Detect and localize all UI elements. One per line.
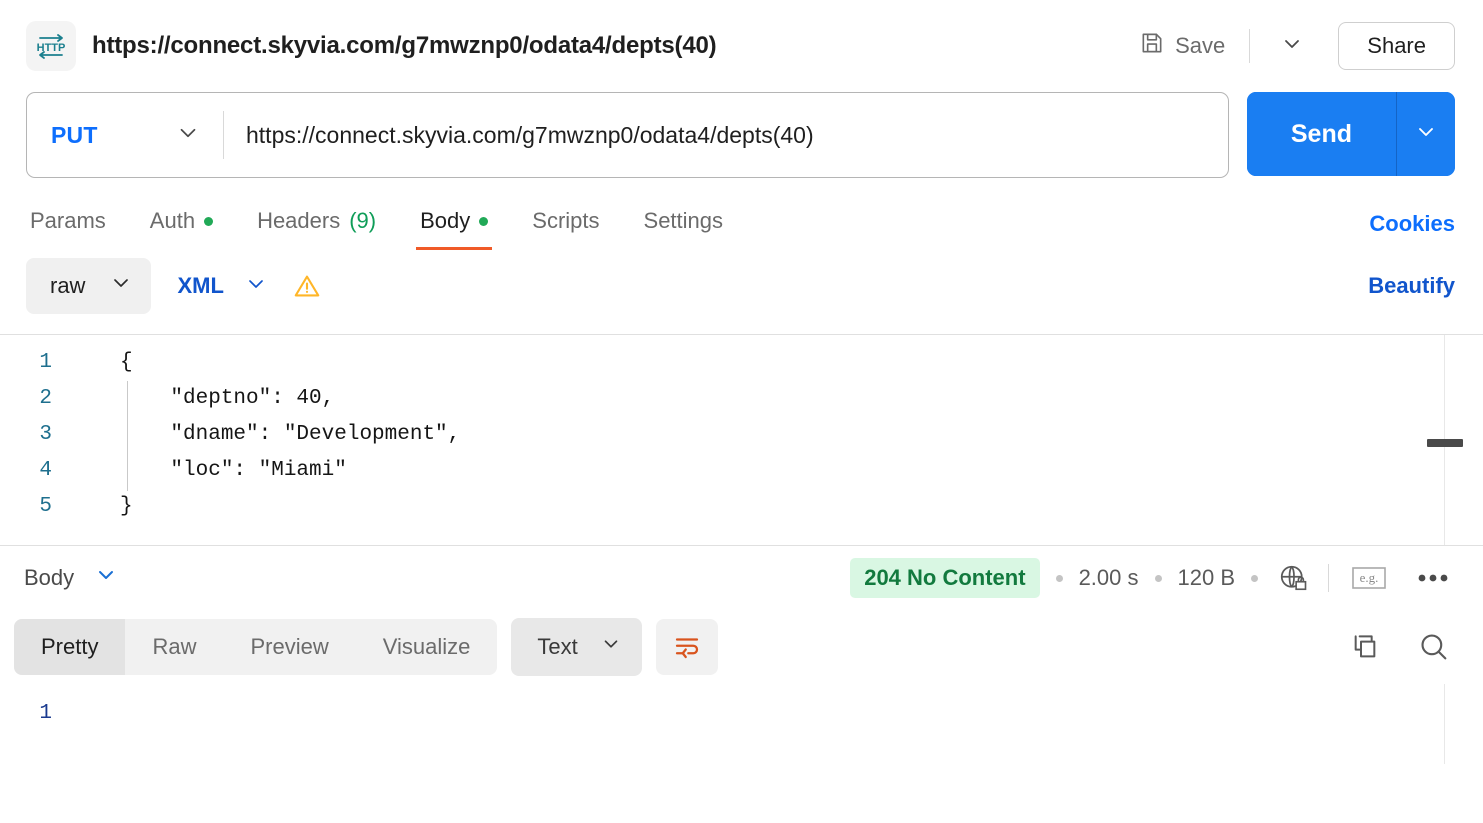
tab-scripts[interactable]: Scripts: [528, 208, 603, 250]
tab-body[interactable]: Body: [416, 208, 493, 250]
body-toolbar: raw XML Beautify: [0, 250, 1483, 322]
response-format-selector[interactable]: Text: [511, 618, 642, 676]
request-title: https://connect.skyvia.com/g7mwznp0/odat…: [92, 32, 717, 59]
send-button-group: Send: [1246, 92, 1455, 176]
tab-auth-label: Auth: [149, 208, 196, 233]
line-number: 1: [39, 351, 52, 374]
indent-guide: [127, 381, 128, 491]
share-button[interactable]: Share: [1338, 22, 1455, 70]
line-number: 1: [39, 702, 52, 725]
url-field-group: PUT: [26, 92, 1229, 178]
status-badge[interactable]: 204 No Content: [850, 558, 1040, 598]
tab-scripts-label: Scripts: [532, 208, 600, 233]
tab-visualize[interactable]: Visualize: [356, 619, 498, 675]
separator-dot: [1154, 574, 1162, 582]
separator-dot: [1251, 574, 1258, 582]
chevron-down-icon: [1414, 120, 1438, 149]
chevron-down-icon: [94, 563, 118, 593]
response-body-label: Body: [24, 565, 75, 590]
tab-pretty[interactable]: Pretty: [14, 619, 126, 675]
editor-line-numbers: 1 2 3 4 5: [0, 335, 64, 545]
response-size[interactable]: 120 B: [1178, 565, 1236, 591]
response-body-selector[interactable]: Body: [14, 557, 128, 599]
line-number: 5: [39, 495, 52, 518]
response-meta-bar: Body 204 No Content 2.00 s 120 B e.g.: [0, 546, 1483, 610]
response-line-numbers: 1: [0, 684, 64, 732]
floppy-disk-save-icon: [1139, 30, 1165, 62]
tab-params[interactable]: Params: [26, 208, 110, 250]
meta-divider: [1328, 564, 1329, 592]
body-language-label: XML: [177, 273, 224, 298]
cookies-link[interactable]: Cookies: [1369, 211, 1455, 250]
toolbar-divider: [1249, 29, 1251, 63]
search-magnifier-icon[interactable]: [1413, 626, 1455, 668]
line-number: 2: [39, 387, 52, 410]
warning-triangle-icon[interactable]: [292, 271, 322, 301]
svg-text:HTTP: HTTP: [37, 42, 66, 54]
separator-dot: [1055, 574, 1063, 582]
url-input[interactable]: [224, 93, 1228, 177]
tab-headers-label: Headers: [257, 208, 341, 233]
response-tab-bar: Pretty Raw Preview Visualize Text: [0, 610, 1483, 684]
http-protocol-icon: HTTP: [26, 21, 76, 71]
response-right-divider: [1444, 684, 1445, 764]
chevron-down-icon: [1280, 32, 1304, 61]
line-number: 3: [39, 423, 52, 446]
http-method-selector[interactable]: PUT: [27, 93, 223, 177]
code-line: }: [120, 495, 133, 518]
three-dots-icon[interactable]: [1411, 566, 1455, 590]
http-method-label: PUT: [51, 121, 98, 148]
code-line: {: [120, 351, 133, 374]
beautify-button[interactable]: Beautify: [1368, 273, 1455, 299]
tab-settings[interactable]: Settings: [640, 208, 728, 250]
tab-settings-label: Settings: [643, 208, 724, 233]
response-body-viewer[interactable]: 1: [0, 684, 1483, 764]
editor-scrollbar-thumb[interactable]: [1427, 439, 1463, 447]
body-mode-label: raw: [50, 273, 86, 298]
body-language-selector[interactable]: XML: [177, 272, 267, 301]
body-mode-selector[interactable]: raw: [26, 258, 152, 314]
request-tab-bar: Params Auth Headers (9) Body Scripts Set…: [0, 192, 1483, 250]
save-options-dropdown[interactable]: [1268, 26, 1316, 67]
eg-save-example-icon[interactable]: e.g.: [1345, 559, 1393, 597]
response-stats: 204 No Content 2.00 s 120 B e.g.: [850, 558, 1455, 598]
chevron-down-icon: [175, 120, 201, 151]
line-number: 4: [39, 459, 52, 482]
request-body-editor[interactable]: 1 2 3 4 5 { "deptno": 40, "dname": "Deve…: [0, 334, 1483, 546]
save-button[interactable]: Save: [1133, 22, 1231, 70]
editor-code-area[interactable]: { "deptno": 40, "dname": "Development", …: [64, 335, 1483, 545]
body-status-dot: [479, 216, 489, 226]
response-format-label: Text: [537, 634, 578, 659]
globe-lock-icon[interactable]: [1274, 559, 1312, 597]
request-url-row: PUT Send: [0, 92, 1483, 178]
send-options-dropdown[interactable]: [1396, 92, 1455, 176]
code-line: "dname": "Development",: [120, 423, 461, 446]
chevron-down-icon: [109, 271, 133, 301]
word-wrap-icon[interactable]: [655, 619, 718, 675]
response-view-segmented-control: Pretty Raw Preview Visualize: [14, 619, 498, 675]
svg-text:e.g.: e.g.: [1360, 570, 1379, 585]
tab-raw[interactable]: Raw: [125, 619, 223, 675]
code-line: "loc": "Miami": [120, 459, 347, 482]
chevron-down-icon: [600, 633, 622, 661]
code-line: "deptno": 40,: [120, 387, 335, 410]
save-label: Save: [1175, 33, 1226, 58]
tab-preview[interactable]: Preview: [223, 619, 355, 675]
send-button[interactable]: Send: [1246, 92, 1396, 176]
response-actions: [1345, 626, 1455, 668]
copy-icon[interactable]: [1345, 627, 1385, 667]
chevron-down-icon: [244, 272, 268, 301]
tab-params-label: Params: [30, 208, 106, 233]
headers-count: (9): [349, 208, 377, 233]
response-time[interactable]: 2.00 s: [1079, 565, 1139, 591]
tab-headers[interactable]: Headers (9): [253, 208, 380, 250]
tab-body-label: Body: [420, 208, 471, 233]
top-bar: HTTP https://connect.skyvia.com/g7mwznp0…: [0, 0, 1483, 92]
tab-auth[interactable]: Auth: [146, 208, 217, 250]
auth-status-dot: [204, 216, 214, 226]
